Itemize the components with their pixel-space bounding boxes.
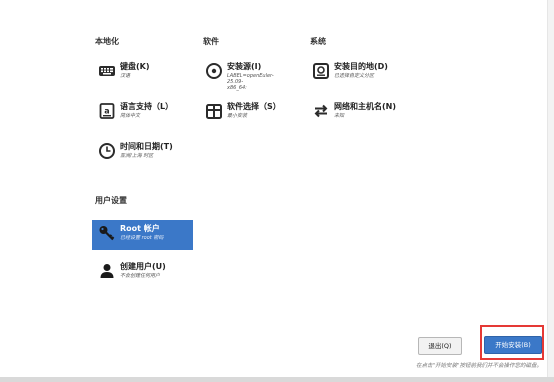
quit-button[interactable]: 退出(Q) xyxy=(418,337,462,355)
spoke-installation-source-status: LABEL=openEuler-25.09- x86_64: xyxy=(227,73,274,91)
spoke-language-title: 语言支持（L） xyxy=(120,102,174,111)
window-bottom-edge xyxy=(0,377,554,382)
spoke-language[interactable]: a 语言支持（L） 简体中文 xyxy=(92,98,192,128)
section-heading-localization: 本地化 xyxy=(95,37,119,46)
spoke-keyboard-title: 键盘(K) xyxy=(120,62,150,71)
spoke-datetime-title: 时间和日期(T) xyxy=(120,142,173,151)
spoke-installation-destination-title: 安装目的地(D) xyxy=(334,62,388,71)
warning-message: 在点击"开始安装"按钮前我们并不会操作您的磁盘。 xyxy=(415,363,542,369)
spoke-installation-destination[interactable]: 安装目的地(D) 已选择自定义分区 xyxy=(306,58,416,88)
section-heading-software: 软件 xyxy=(203,37,219,46)
spoke-network-hostname[interactable]: 网络和主机名(N) 未知 xyxy=(306,98,416,128)
section-heading-user-settings: 用户设置 xyxy=(95,196,127,205)
spoke-user-creation-title: 创建用户(U) xyxy=(120,262,166,271)
hard-drive-icon xyxy=(312,62,330,80)
spoke-keyboard[interactable]: 键盘(K) 汉语 xyxy=(92,58,192,88)
spoke-user-creation-status: 不会创建任何用户 xyxy=(120,273,161,279)
spoke-root-account-title: Root 帐户 xyxy=(120,224,160,233)
spoke-installation-source[interactable]: 安装源(I) LABEL=openEuler-25.09- x86_64: xyxy=(199,58,303,91)
user-icon xyxy=(98,262,116,280)
key-icon xyxy=(98,224,116,242)
spoke-root-account-status: 已经设置 root 密码 xyxy=(120,235,164,241)
disc-icon xyxy=(205,62,223,80)
spoke-network-hostname-status: 未知 xyxy=(334,113,345,119)
clock-icon xyxy=(98,142,116,160)
keyboard-icon xyxy=(98,62,116,80)
network-arrows-icon xyxy=(312,102,330,120)
spoke-root-account[interactable]: Root 帐户 已经设置 root 密码 xyxy=(92,220,193,250)
spoke-language-status: 简体中文 xyxy=(120,113,141,119)
section-heading-system: 系统 xyxy=(310,37,326,46)
spoke-software-selection-title: 软件选择（S） xyxy=(227,102,281,111)
spoke-network-hostname-title: 网络和主机名(N) xyxy=(334,102,397,111)
begin-installation-button[interactable]: 开始安装(B) xyxy=(484,336,542,354)
language-icon: a xyxy=(98,102,116,120)
spoke-installation-destination-status: 已选择自定义分区 xyxy=(334,73,375,79)
package-icon xyxy=(205,102,223,120)
spoke-user-creation[interactable]: 创建用户(U) 不会创建任何用户 xyxy=(92,258,193,288)
spoke-installation-source-title: 安装源(I) xyxy=(227,62,262,71)
spoke-keyboard-status: 汉语 xyxy=(120,73,131,79)
spoke-datetime[interactable]: 时间和日期(T) 亚洲/上海 时区 xyxy=(92,138,192,168)
scrollbar-track xyxy=(547,0,554,377)
svg-text:a: a xyxy=(104,107,109,116)
spoke-datetime-status: 亚洲/上海 时区 xyxy=(120,153,154,159)
spoke-software-selection[interactable]: 软件选择（S） 最小安装 xyxy=(199,98,303,128)
spoke-software-selection-status: 最小安装 xyxy=(227,113,248,119)
